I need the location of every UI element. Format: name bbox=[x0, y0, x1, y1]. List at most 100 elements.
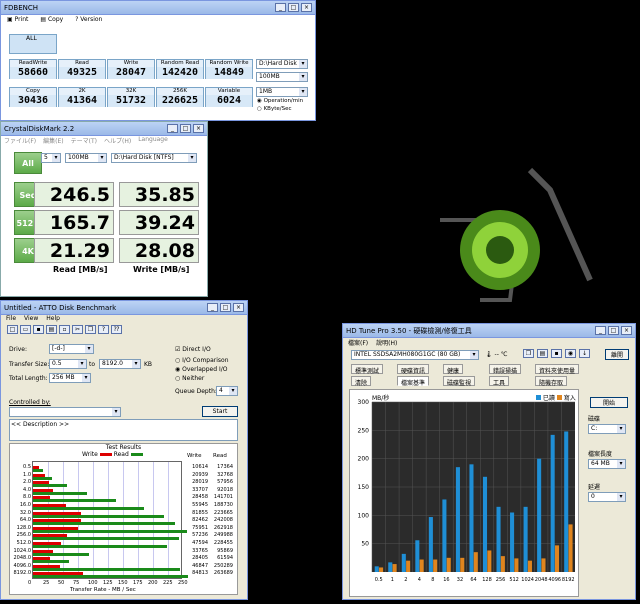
read-bar bbox=[428, 517, 433, 572]
x-tick-label: 125 bbox=[103, 580, 113, 586]
all-button[interactable]: All bbox=[14, 152, 42, 174]
read-bar bbox=[388, 562, 393, 572]
size-select[interactable]: 100MB bbox=[65, 153, 107, 163]
menu-edit[interactable]: 編集(E) bbox=[43, 136, 63, 145]
row-read-value: 262918 bbox=[213, 524, 233, 531]
minimize-button[interactable]: _ bbox=[207, 303, 218, 312]
controlled-by-select[interactable] bbox=[9, 407, 121, 417]
kbsec-radio[interactable]: ○ KByte/Sec bbox=[257, 106, 292, 112]
print-button[interactable]: ▣ Print bbox=[7, 16, 28, 23]
x-tick-label: 8192 bbox=[562, 577, 575, 583]
read-bar bbox=[537, 458, 542, 572]
drive-select[interactable]: D:\Hard Disk [NTFS] bbox=[111, 153, 197, 163]
count-select[interactable]: 5 bbox=[41, 153, 61, 163]
copy-info-icon[interactable]: ▤ bbox=[537, 349, 548, 358]
window-title: CrystalDiskMark 2.2 bbox=[4, 124, 75, 133]
block-select[interactable]: 1MB bbox=[256, 87, 308, 97]
preview-icon[interactable]: ▫ bbox=[59, 325, 70, 334]
copy-button[interactable]: ▤ Copy bbox=[40, 16, 63, 23]
drive-select[interactable]: D:\Hard Disk bbox=[256, 59, 308, 69]
tab[interactable]: 磁碟監視 bbox=[443, 376, 476, 387]
menu-language[interactable]: Language bbox=[138, 136, 168, 145]
drive-select[interactable]: [-d-] bbox=[49, 344, 94, 354]
x-tick-label: 2048 bbox=[535, 577, 548, 583]
save-icon[interactable]: ▪ bbox=[551, 349, 562, 358]
start-button[interactable]: Start bbox=[202, 406, 238, 417]
maximize-button[interactable]: □ bbox=[220, 303, 231, 312]
help-icon[interactable]: ? bbox=[98, 325, 109, 334]
fd-cell-title: 256K bbox=[157, 88, 203, 95]
download-icon[interactable]: ↓ bbox=[579, 349, 590, 358]
version-button[interactable]: ? Version bbox=[75, 16, 102, 23]
tab[interactable]: 清除 bbox=[351, 376, 372, 387]
delay-label: 延遲 bbox=[588, 484, 601, 491]
row-size-label: 32.0 bbox=[19, 509, 31, 516]
menu-file[interactable]: 檔案(F) bbox=[348, 338, 368, 347]
delay-select[interactable]: 0 bbox=[588, 492, 626, 502]
neither-radio[interactable]: ○ Neither bbox=[175, 375, 204, 382]
tab[interactable]: 檔案基準 bbox=[397, 376, 430, 387]
file-length-select[interactable]: 64 MB bbox=[588, 459, 626, 469]
read-bar bbox=[33, 514, 165, 518]
exit-button[interactable]: 離開 bbox=[605, 349, 629, 360]
open-icon[interactable]: ▭ bbox=[20, 325, 31, 334]
copy-icon[interactable]: ❐ bbox=[523, 349, 534, 358]
minimize-button[interactable]: _ bbox=[275, 3, 286, 12]
copy-icon[interactable]: ❐ bbox=[85, 325, 96, 334]
x-tick-label: 256 bbox=[496, 577, 506, 583]
queue-depth-select[interactable]: 4 bbox=[216, 386, 238, 396]
write-bar bbox=[554, 545, 560, 572]
close-button[interactable]: × bbox=[233, 303, 244, 312]
ts-from-select[interactable]: 0.5 bbox=[49, 359, 87, 369]
io-comparison-radio[interactable]: ○ I/O Comparison bbox=[175, 357, 229, 364]
row-size-label: 8.0 bbox=[23, 494, 31, 501]
all-button[interactable]: ALL bbox=[9, 34, 57, 54]
tab[interactable]: 標準測試 bbox=[351, 364, 384, 375]
maximize-button[interactable]: □ bbox=[288, 3, 299, 12]
start-button[interactable]: 開始 bbox=[590, 397, 628, 408]
disk-select[interactable]: INTEL SSDSA2MH080G1GC (80 GB) bbox=[351, 350, 479, 360]
menu-theme[interactable]: テーマ(T) bbox=[71, 136, 97, 145]
ts-to-select[interactable]: 8192.0 bbox=[99, 359, 141, 369]
total-length-select[interactable]: 256 MB bbox=[49, 373, 91, 383]
maximize-button[interactable]: □ bbox=[608, 326, 619, 335]
overlapped-io-radio[interactable]: ◉ Overlapped I/O bbox=[175, 366, 227, 373]
direct-io-check[interactable]: ☑ Direct I/O bbox=[175, 346, 211, 353]
camera-icon[interactable]: ◉ bbox=[565, 349, 576, 358]
size-select[interactable]: 100MB bbox=[256, 72, 308, 82]
tab[interactable]: 健康 bbox=[443, 364, 464, 375]
row-size-label: 128.0 bbox=[16, 524, 31, 531]
minimize-button[interactable]: _ bbox=[595, 326, 606, 335]
row-write-value: 81855 bbox=[192, 509, 208, 516]
menu-help[interactable]: Help bbox=[46, 315, 60, 322]
close-button[interactable]: × bbox=[301, 3, 312, 12]
minimize-button[interactable]: _ bbox=[167, 124, 178, 133]
tab[interactable]: 資料夾使用量 bbox=[535, 364, 580, 375]
row-write-value: 82462 bbox=[192, 517, 208, 524]
menu-help[interactable]: ヘルプ(H) bbox=[104, 136, 131, 145]
description-box[interactable]: << Description >> bbox=[9, 419, 238, 441]
save-icon[interactable]: ▪ bbox=[33, 325, 44, 334]
tab[interactable]: 工具 bbox=[489, 376, 510, 387]
write-label: Write [MB/s] bbox=[133, 265, 190, 274]
menu-file[interactable]: File bbox=[6, 315, 16, 322]
opmin-radio[interactable]: ◉ Operation/min bbox=[257, 98, 303, 104]
whats-this-icon[interactable]: ⁇ bbox=[111, 325, 122, 334]
write-bar bbox=[527, 560, 532, 572]
maximize-button[interactable]: □ bbox=[180, 124, 191, 133]
close-button[interactable]: × bbox=[193, 124, 204, 133]
read-bar bbox=[33, 537, 180, 541]
print-icon[interactable]: ▤ bbox=[46, 325, 57, 334]
tab[interactable]: 隨機存取 bbox=[535, 376, 568, 387]
menu-view[interactable]: View bbox=[24, 315, 38, 322]
drive-select[interactable]: C: bbox=[588, 424, 626, 434]
menu-file[interactable]: ファイル(F) bbox=[4, 136, 36, 145]
cut-icon[interactable]: ✂ bbox=[72, 325, 83, 334]
close-button[interactable]: × bbox=[621, 326, 632, 335]
menu-help[interactable]: 說明(H) bbox=[376, 338, 397, 347]
write-bar bbox=[487, 550, 492, 572]
window-title: FDBENCH bbox=[4, 3, 39, 12]
new-icon[interactable]: □ bbox=[7, 325, 18, 334]
tab[interactable]: 硬碟資訊 bbox=[397, 364, 430, 375]
tab[interactable]: 錯誤掃描 bbox=[489, 364, 522, 375]
